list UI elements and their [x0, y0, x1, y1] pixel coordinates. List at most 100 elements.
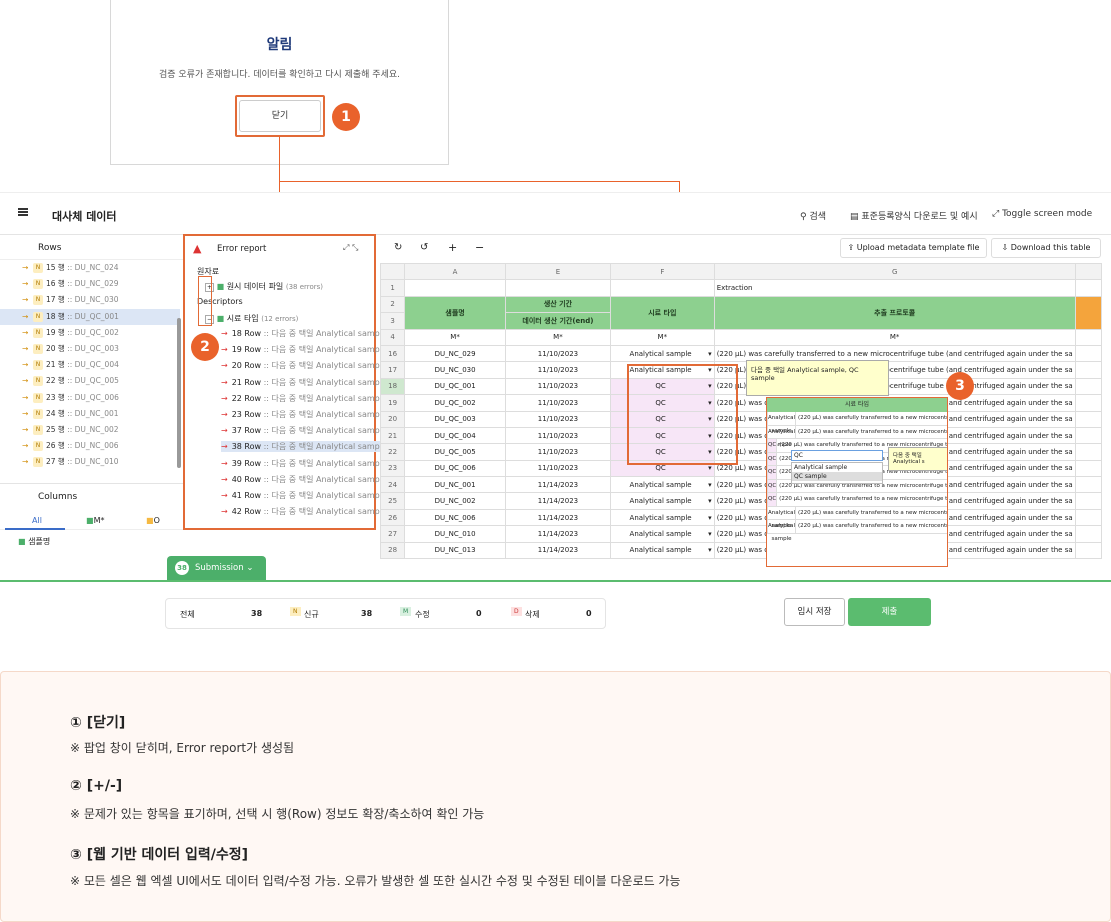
col-header[interactable]: F: [609, 262, 715, 281]
submit-button[interactable]: 제출: [848, 598, 931, 626]
cell-sample-name[interactable]: DU_QC_006: [404, 459, 506, 478]
error-row-item[interactable]: → 40 Row :: 다음 중 택일 Analytical sample: [221, 474, 387, 485]
header-period[interactable]: 생산 기간: [504, 295, 611, 314]
dropdown-arrow-icon[interactable]: ▾: [708, 464, 712, 472]
rows-scrollbar[interactable]: [177, 318, 181, 468]
dropdown-arrow-icon[interactable]: ▾: [708, 546, 712, 554]
cell-period[interactable]: 11/14/2023: [504, 525, 611, 543]
error-item-rawfile[interactable]: + ■ 원시 데이터 파일 (38 errors): [205, 281, 323, 292]
download-table-button[interactable]: ⇩ Download this table: [991, 238, 1101, 258]
dropdown-arrow-icon[interactable]: ▾: [708, 514, 712, 522]
cell[interactable]: [1074, 443, 1103, 461]
cell[interactable]: [504, 279, 611, 297]
mini-type[interactable]: Analytical sample: [768, 506, 797, 529]
error-row-item[interactable]: → 22 Row :: 다음 중 택일 Analytical sample: [221, 393, 387, 404]
cell-period[interactable]: 11/10/2023: [504, 377, 611, 396]
col-header[interactable]: E: [504, 262, 611, 281]
cell-sample-name[interactable]: DU_NC_001: [404, 476, 506, 494]
mini-row[interactable]: Analytical sample (220 μL) was carefully …: [767, 506, 947, 529]
cell-period[interactable]: 11/10/2023: [504, 410, 611, 428]
cell[interactable]: [1074, 361, 1103, 379]
mandatory-cell[interactable]: M*: [609, 328, 715, 346]
mini-type[interactable]: QC: [768, 452, 778, 465]
cell[interactable]: [1074, 344, 1103, 363]
cell-sample-name[interactable]: DU_QC_005: [404, 443, 506, 461]
header-extra[interactable]: [1074, 295, 1103, 330]
cell[interactable]: [404, 279, 506, 297]
mandatory-cell[interactable]: M*: [404, 328, 506, 346]
dropdown-arrow-icon[interactable]: ▾: [708, 530, 712, 538]
cell-sample-name[interactable]: DU_QC_002: [404, 394, 506, 412]
row-list-item[interactable]: → N 17 행 :: DU_NC_030: [0, 292, 180, 308]
cell-sample-type[interactable]: Analytical sample ▾: [609, 541, 715, 560]
cell[interactable]: [609, 279, 715, 297]
cell[interactable]: [1074, 476, 1103, 494]
mini-type[interactable]: QC: [768, 439, 778, 452]
mini-row[interactable]: QC(220 μL) was carefully transferred to …: [767, 493, 947, 507]
mini-type[interactable]: QC: [768, 466, 778, 479]
menu-icon[interactable]: [18, 211, 28, 213]
cell-sample-name[interactable]: DU_NC_030: [404, 361, 506, 379]
error-row-item[interactable]: → 21 Row :: 다음 중 택일 Analytical sample: [221, 377, 387, 388]
row-list-item[interactable]: → N 24 행 :: DU_NC_001: [0, 406, 180, 422]
dropdown-arrow-icon[interactable]: ▾: [708, 481, 712, 489]
cell-period[interactable]: 11/10/2023: [504, 459, 611, 478]
upload-template-button[interactable]: ⇪ Upload metadata template file: [840, 238, 987, 258]
tab-all[interactable]: All: [32, 516, 42, 525]
cell[interactable]: [1074, 525, 1103, 543]
zoom-out-icon[interactable]: −: [475, 241, 484, 254]
error-row-item[interactable]: → 42 Row :: 다음 중 택일 Analytical sample: [221, 506, 387, 517]
header-sample-name[interactable]: 샘플명: [404, 295, 506, 330]
row-list-item[interactable]: → N 15 행 :: DU_NC_024: [0, 260, 180, 276]
search-button[interactable]: ⚲ 검색: [800, 209, 826, 222]
mini-type[interactable]: Analytical sample: [768, 425, 797, 448]
cell[interactable]: [1074, 459, 1103, 478]
mini-dropdown-input[interactable]: QC: [791, 450, 883, 461]
cell-sample-name[interactable]: DU_NC_002: [404, 492, 506, 510]
toggle-screen-button[interactable]: ⤢ Toggle screen mode: [992, 209, 1092, 219]
cell-sample-name[interactable]: DU_NC_006: [404, 508, 506, 527]
cell-sample-type[interactable]: Analytical sample ▾: [609, 476, 715, 494]
mini-option-qc[interactable]: QC sample: [792, 472, 882, 481]
error-row-item[interactable]: → 38 Row :: 다음 중 택일 Analytical sample: [221, 441, 387, 453]
dropdown-arrow-icon[interactable]: ▾: [708, 350, 712, 358]
mini-dropdown-list[interactable]: Analytical sample QC sample: [791, 462, 883, 484]
cell-period[interactable]: 11/10/2023: [504, 443, 611, 461]
cell[interactable]: [1074, 377, 1103, 396]
mini-option-analytical[interactable]: Analytical sample: [792, 463, 882, 472]
cell-period[interactable]: 11/14/2023: [504, 541, 611, 560]
error-row-item[interactable]: → 39 Row :: 다음 중 택일 Analytical sample: [221, 458, 387, 469]
row-list-item[interactable]: → N 19 행 :: DU_QC_002: [0, 325, 180, 341]
cell-period[interactable]: 11/10/2023: [504, 361, 611, 379]
cell[interactable]: [1074, 394, 1103, 412]
mini-row[interactable]: Analytical sample (220 μL) was carefully …: [767, 425, 947, 448]
row-list-item[interactable]: → N 26 행 :: DU_NC_006: [0, 438, 180, 454]
cell-sample-type[interactable]: Analytical sample ▾: [609, 344, 715, 363]
expand-icon[interactable]: ⤢ ⤡: [343, 243, 358, 253]
cell-sample-type[interactable]: Analytical sample ▾: [609, 492, 715, 510]
cell-sample-type[interactable]: Analytical sample ▾: [609, 525, 715, 543]
cell-period[interactable]: 11/10/2023: [504, 426, 611, 445]
submission-tab[interactable]: 38 Submission ⌄: [167, 556, 266, 580]
error-item-sampletype[interactable]: − ■ 시료 타입 (12 errors): [205, 313, 298, 324]
download-format-button[interactable]: ▤ 표준등록양식 다운로드 및 예시: [850, 209, 978, 222]
cell-period[interactable]: 11/10/2023: [504, 394, 611, 412]
cell[interactable]: [1074, 410, 1103, 428]
col-header[interactable]: G: [713, 262, 1076, 281]
cell[interactable]: [1074, 279, 1103, 297]
cell-period[interactable]: 11/14/2023: [504, 476, 611, 494]
cell[interactable]: [1074, 508, 1103, 527]
mini-type[interactable]: QC: [768, 479, 778, 492]
cell[interactable]: [1074, 492, 1103, 510]
mini-row[interactable]: Analytical sample (220 μL) was carefully …: [767, 520, 947, 542]
tab-optional[interactable]: ■O: [146, 516, 160, 525]
tab-mandatory[interactable]: ■M*: [86, 516, 104, 525]
zoom-in-icon[interactable]: +: [448, 241, 457, 254]
cell-period[interactable]: 11/14/2023: [504, 492, 611, 510]
cell-sample-name[interactable]: DU_NC_029: [404, 344, 506, 363]
cell-sample-name[interactable]: DU_NC_013: [404, 541, 506, 560]
cell[interactable]: [1074, 328, 1103, 346]
row-list-item[interactable]: → N 23 행 :: DU_QC_006: [0, 390, 180, 406]
error-row-item[interactable]: → 41 Row :: 다음 중 택일 Analytical sample: [221, 490, 387, 501]
cell-sample-name[interactable]: DU_QC_004: [404, 426, 506, 445]
